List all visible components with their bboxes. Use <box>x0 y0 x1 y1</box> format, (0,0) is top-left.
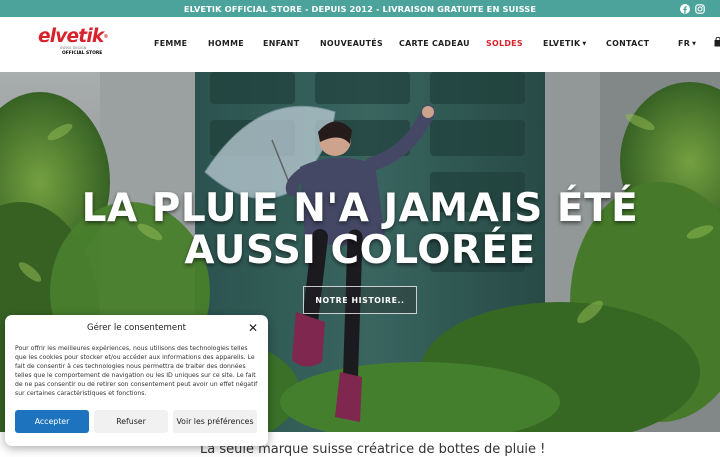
logo-wordmark: elvetik® <box>38 28 113 46</box>
instagram-icon[interactable] <box>694 3 705 14</box>
close-icon[interactable]: ✕ <box>248 321 258 335</box>
hero-headline: LA PLUIE N'A JAMAIS ÉTÉ AUSSI COLORÉE <box>0 188 720 272</box>
nav-item-enfant[interactable]: ENFANT <box>263 39 299 48</box>
language-label: FR <box>678 39 690 48</box>
announcement-bar: ELVETIK OFFICIAL STORE - DEPUIS 2012 - L… <box>0 0 720 17</box>
nav-item-femme[interactable]: FEMME <box>154 39 187 48</box>
hero-headline-line-2: AUSSI COLORÉE <box>0 230 720 272</box>
chevron-down-icon: ▼ <box>582 41 586 47</box>
cookie-consent-dialog: Gérer le consentement ✕ Pour offrir les … <box>5 315 268 446</box>
logo-official-store: OFFICIAL STORE <box>62 51 113 57</box>
announcement-text: ELVETIK OFFICIAL STORE - DEPUIS 2012 - L… <box>184 4 536 14</box>
our-story-button[interactable]: NOTRE HISTOIRE.. <box>303 286 417 314</box>
nav-item-contact[interactable]: CONTACT <box>606 39 649 48</box>
nav-item-nouveautes[interactable]: NOUVEAUTÉS <box>320 39 383 48</box>
facebook-icon[interactable] <box>679 3 690 14</box>
nav-item-soldes[interactable]: SOLDES <box>486 39 523 48</box>
accept-button[interactable]: Accepter <box>15 410 89 433</box>
language-switcher[interactable]: FR▼ <box>678 39 696 48</box>
nav-item-elvetik-label: ELVETIK <box>543 39 580 48</box>
cart-icon[interactable] <box>714 37 720 49</box>
nav-item-carte-cadeau[interactable]: CARTE CADEAU <box>399 39 470 48</box>
consent-title: Gérer le consentement <box>5 323 268 333</box>
refuse-button[interactable]: Refuser <box>94 410 168 433</box>
brand-logo[interactable]: elvetik® SWISS DESIGN OFFICIAL STORE <box>38 28 113 62</box>
hero-headline-line-1: LA PLUIE N'A JAMAIS ÉTÉ <box>0 188 720 230</box>
preferences-button[interactable]: Voir les préférences <box>173 410 257 433</box>
nav-item-elvetik[interactable]: ELVETIK▼ <box>543 39 587 48</box>
nav-item-homme[interactable]: HOMME <box>208 39 244 48</box>
chevron-down-icon: ▼ <box>692 41 696 47</box>
consent-body: Pour offrir les meilleures expériences, … <box>15 344 261 398</box>
